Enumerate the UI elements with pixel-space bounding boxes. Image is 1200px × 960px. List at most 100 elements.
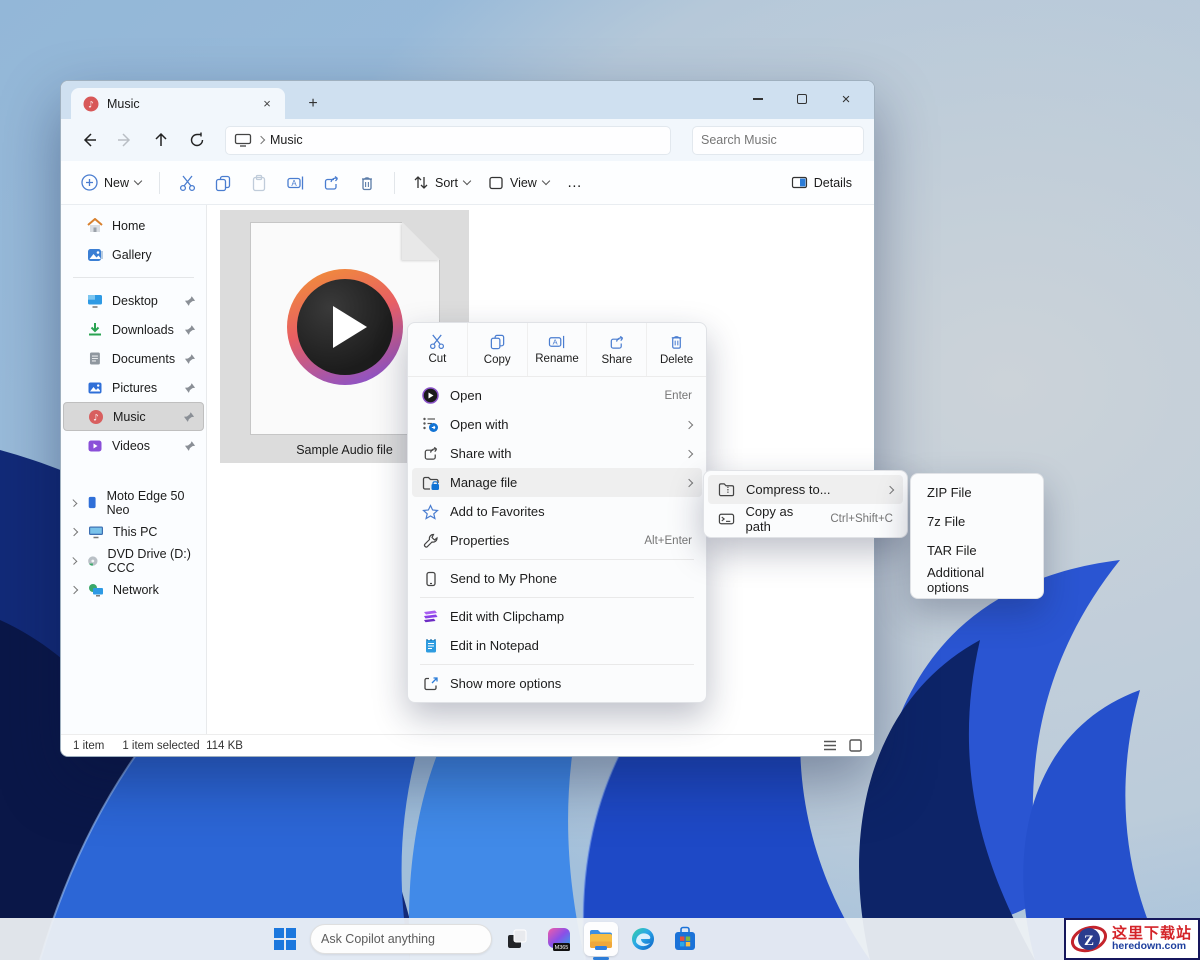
menu-item-edit-in-notepad[interactable]: Edit in Notepad bbox=[412, 631, 702, 660]
explorer-tab-music[interactable]: ♪ Music × bbox=[71, 88, 285, 119]
menu-item-label: Properties bbox=[450, 533, 509, 548]
menu-item-share-with[interactable]: Share with bbox=[412, 439, 702, 468]
paste-button[interactable] bbox=[242, 167, 276, 199]
menu-item-add-to-favorites[interactable]: Add to Favorites bbox=[412, 497, 702, 526]
chevron-down-icon bbox=[463, 177, 471, 185]
breadcrumb-location[interactable]: Music bbox=[270, 133, 303, 147]
start-button[interactable] bbox=[268, 922, 302, 956]
menu-item-compress-to[interactable]: Compress to... bbox=[708, 475, 903, 504]
search-box[interactable] bbox=[692, 126, 864, 155]
sidebar-item-dvd-drive[interactable]: DVD Drive (D:) CCC bbox=[63, 546, 204, 575]
menu-item-label: ZIP File bbox=[927, 485, 972, 500]
sidebar-item-pictures[interactable]: Pictures bbox=[63, 373, 204, 402]
menu-item-label: Compress to... bbox=[746, 482, 831, 497]
menu-item-show-more-options[interactable]: Show more options bbox=[412, 669, 702, 698]
expand-chevron-icon[interactable] bbox=[70, 557, 78, 565]
menu-item-label: Copy as path bbox=[746, 504, 821, 534]
submenu-chevron-icon bbox=[685, 478, 693, 486]
menu-item-additional-options[interactable]: Additional options bbox=[915, 565, 1039, 594]
sidebar-item-desktop[interactable]: Desktop bbox=[63, 286, 204, 315]
ellipsis-icon: … bbox=[567, 174, 583, 191]
sidebar-item-home[interactable]: Home bbox=[63, 211, 204, 240]
play-icon bbox=[333, 306, 367, 348]
new-tab-button[interactable]: + bbox=[301, 93, 325, 115]
up-button[interactable] bbox=[145, 125, 177, 155]
expand-chevron-icon[interactable] bbox=[70, 527, 78, 535]
submenu-chevron-icon bbox=[685, 420, 693, 428]
large-icons-view-icon[interactable] bbox=[849, 739, 862, 752]
copy-action[interactable]: Copy bbox=[468, 323, 528, 376]
m365-copilot-button[interactable]: M365 bbox=[542, 922, 576, 956]
sidebar-item-gallery[interactable]: Gallery bbox=[63, 240, 204, 269]
task-view-button[interactable] bbox=[500, 922, 534, 956]
back-button[interactable] bbox=[73, 125, 105, 155]
share-action[interactable]: Share bbox=[587, 323, 647, 376]
tab-close-icon[interactable]: × bbox=[257, 94, 277, 114]
sidebar-item-music[interactable]: ♪ Music bbox=[63, 402, 204, 431]
menu-item-label: Edit in Notepad bbox=[450, 638, 539, 653]
menu-item-copy-as-path[interactable]: Copy as path Ctrl+Shift+C bbox=[708, 504, 903, 533]
breadcrumb-chevron-icon bbox=[257, 136, 265, 144]
close-button[interactable]: × bbox=[824, 83, 868, 115]
see-more-button[interactable]: … bbox=[559, 167, 591, 199]
share-label: Share bbox=[601, 354, 632, 366]
microsoft-store-button[interactable] bbox=[668, 922, 702, 956]
copilot-search-input[interactable] bbox=[321, 932, 482, 946]
sidebar-item-this-pc[interactable]: This PC bbox=[63, 517, 204, 546]
menu-item-7z-file[interactable]: 7z File bbox=[915, 507, 1039, 536]
menu-item-edit-with-clipchamp[interactable]: Edit with Clipchamp bbox=[412, 602, 702, 631]
view-button[interactable]: View bbox=[480, 167, 557, 199]
share-with-icon bbox=[422, 445, 439, 462]
manage-file-submenu: Compress to... Copy as path Ctrl+Shift+C bbox=[703, 470, 908, 538]
forward-button[interactable] bbox=[109, 125, 141, 155]
sidebar-item-moto-edge[interactable]: Moto Edge 50 Neo bbox=[63, 488, 204, 517]
refresh-button[interactable] bbox=[181, 125, 213, 155]
documents-icon bbox=[87, 351, 103, 366]
menu-item-tar-file[interactable]: TAR File bbox=[915, 536, 1039, 565]
toolbar-divider bbox=[159, 172, 160, 194]
search-input[interactable] bbox=[701, 133, 862, 147]
phone-icon bbox=[425, 571, 437, 587]
cut-button[interactable] bbox=[170, 167, 204, 199]
rename-label: Rename bbox=[535, 353, 578, 365]
minimize-button[interactable] bbox=[736, 83, 780, 115]
sidebar-item-downloads[interactable]: Downloads bbox=[63, 315, 204, 344]
share-button[interactable] bbox=[314, 167, 348, 199]
menu-item-zip-file[interactable]: ZIP File bbox=[915, 478, 1039, 507]
sidebar-item-videos[interactable]: Videos bbox=[63, 431, 204, 460]
title-bar[interactable]: ♪ Music × + × bbox=[61, 81, 874, 119]
sidebar-item-network[interactable]: Network bbox=[63, 575, 204, 604]
copy-button[interactable] bbox=[206, 167, 240, 199]
sort-button[interactable]: Sort bbox=[405, 167, 478, 199]
sort-icon bbox=[413, 175, 429, 190]
rename-button[interactable]: A bbox=[278, 167, 312, 199]
address-bar[interactable]: Music bbox=[225, 126, 671, 155]
delete-button[interactable] bbox=[350, 167, 384, 199]
menu-item-open-with[interactable]: Open with bbox=[412, 410, 702, 439]
file-explorer-button[interactable] bbox=[584, 922, 618, 956]
menu-item-send-to-my-phone[interactable]: Send to My Phone bbox=[412, 564, 702, 593]
details-button[interactable]: Details bbox=[783, 167, 860, 199]
menu-item-properties[interactable]: Properties Alt+Enter bbox=[412, 526, 702, 555]
expand-chevron-icon[interactable] bbox=[70, 499, 78, 507]
cut-action[interactable]: Cut bbox=[408, 323, 468, 376]
sort-button-label: Sort bbox=[435, 176, 458, 190]
view-icon bbox=[488, 176, 504, 190]
edge-button[interactable] bbox=[626, 922, 660, 956]
menu-shortcut: Enter bbox=[665, 390, 693, 402]
menu-item-manage-file[interactable]: Manage file bbox=[412, 468, 702, 497]
maximize-button[interactable] bbox=[780, 83, 824, 115]
new-button[interactable]: New bbox=[73, 167, 149, 199]
desktop-icon bbox=[87, 294, 103, 308]
sidebar-item-documents[interactable]: Documents bbox=[63, 344, 204, 373]
delete-action[interactable]: Delete bbox=[647, 323, 706, 376]
copilot-search-box[interactable] bbox=[310, 924, 492, 954]
copy-label: Copy bbox=[484, 354, 511, 366]
delete-icon bbox=[668, 334, 685, 351]
phone-device-icon bbox=[87, 495, 97, 510]
dvd-drive-icon bbox=[87, 554, 99, 568]
expand-chevron-icon[interactable] bbox=[70, 585, 78, 593]
rename-action[interactable]: A Rename bbox=[528, 323, 588, 376]
details-view-icon[interactable] bbox=[823, 740, 837, 751]
menu-item-open[interactable]: Open Enter bbox=[412, 381, 702, 410]
